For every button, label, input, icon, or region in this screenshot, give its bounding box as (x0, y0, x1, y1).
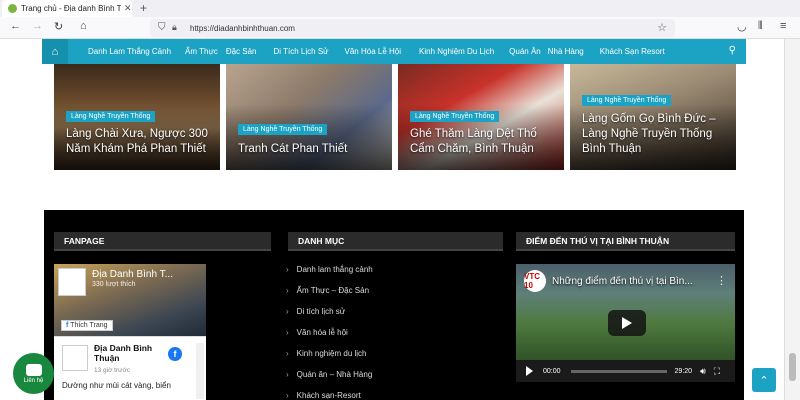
category-link[interactable]: › Quán ăn – Nhà Hàng (286, 370, 372, 379)
url-bar[interactable]: ⛉ 🔒︎ https://diadanhbinhthuan.com ☆ (150, 19, 675, 37)
shield-icon[interactable]: ⛉ (158, 22, 166, 33)
duration: 29:20 (674, 367, 693, 375)
card-tag[interactable]: Làng Nghề Truyền Thống (66, 111, 156, 122)
reload-icon[interactable]: ↻ (54, 20, 63, 33)
menu-icon[interactable]: ≡ (780, 20, 786, 32)
post-text: Dường như mùi cát vàng, biển (62, 381, 171, 390)
browser-toolbar: ← → ↻ ⌂ ⛉ 🔒︎ https://diadanhbinhthuan.co… (0, 17, 800, 39)
progress-track[interactable] (570, 369, 667, 373)
chevron-right-icon: › (286, 265, 289, 274)
current-time: 00:00 (543, 367, 561, 375)
volume-icon[interactable]: 🔊︎ (700, 366, 706, 377)
bookmark-star-icon[interactable]: ☆ (657, 21, 667, 34)
card-tag[interactable]: Làng Nghề Truyền Thống (582, 95, 672, 106)
chevron-up-icon: ⌃ (759, 374, 769, 387)
fullscreen-icon[interactable]: ⛶ (714, 366, 720, 377)
facebook-icon: f (66, 322, 69, 329)
home-icon[interactable]: ⌂ (80, 20, 87, 32)
chat-icon (25, 363, 42, 376)
nav-khach-san[interactable]: Khách Sạn Resort (600, 47, 665, 56)
site-home-icon[interactable]: ⌂ (42, 39, 68, 64)
forward-icon[interactable]: → (32, 20, 43, 32)
contact-chat-button[interactable]: Liên hệ (13, 353, 54, 394)
more-vertical-icon[interactable]: ⋮ (716, 274, 727, 287)
lock-icon[interactable]: 🔒︎ (172, 22, 177, 33)
diemden-heading: ĐIỂM ĐẾN THÚ VỊ TẠI BÌNH THUẬN (516, 232, 735, 251)
nav-di-tich[interactable]: Di Tích Lịch Sử (274, 47, 329, 56)
article-card-2[interactable]: Làng Nghề Truyền Thống Tranh Cát Phan Th… (226, 64, 392, 170)
facebook-likes: 330 lượt thích (92, 281, 136, 288)
nav-kinh-nghiem[interactable]: Kinh Nghiệm Du Lịch (419, 47, 494, 56)
library-icon[interactable]: ⫴ (758, 20, 763, 33)
article-card-1[interactable]: Làng Nghề Truyền Thống Làng Chài Xưa, Ng… (54, 64, 220, 170)
close-tab-icon[interactable]: ✕ (124, 3, 132, 14)
pocket-icon[interactable]: ◡ (737, 20, 747, 33)
card-tag[interactable]: Làng Nghề Truyền Thống (238, 124, 328, 135)
video-title[interactable]: Những điểm đến thú vị tại Bìn... (552, 276, 693, 287)
tab-title: Trang chủ - Địa danh Bình Thuận (21, 4, 121, 13)
back-icon[interactable]: ← (10, 20, 21, 32)
chevron-right-icon: › (286, 391, 289, 400)
post-author[interactable]: Địa Danh Bình Thuận (94, 343, 174, 363)
category-link[interactable]: › Di tích lịch sử (286, 307, 345, 316)
chevron-right-icon: › (286, 286, 289, 295)
channel-logo[interactable]: VTC 10 (524, 270, 546, 292)
category-link[interactable]: › Khách sạn-Resort (286, 391, 361, 400)
card-tag[interactable]: Làng Nghề Truyền Thống (410, 111, 500, 122)
card-title[interactable]: Ghé Thăm Làng Dệt Thổ Cẩm Chăm, Bình Thu… (410, 127, 556, 157)
category-link[interactable]: › Ẩm Thực – Đặc Sản (286, 286, 369, 295)
chat-label: Liên hệ (23, 377, 44, 384)
favicon-icon (8, 4, 17, 13)
article-card-3[interactable]: Làng Nghề Truyền Thống Ghé Thăm Làng Dệt… (398, 64, 564, 170)
play-button[interactable] (608, 310, 646, 336)
browser-tab-bar: Trang chủ - Địa danh Bình Thuận ✕ + (0, 0, 800, 17)
new-tab-icon[interactable]: + (140, 1, 147, 15)
card-title[interactable]: Tranh Cát Phan Thiết (238, 142, 384, 157)
facebook-widget: Địa Danh Bình T... 330 lượt thích f Thíc… (54, 264, 206, 400)
danhmuc-heading: DANH MỤC (288, 232, 503, 251)
nav-am-thuc[interactable]: Ẩm Thực (185, 47, 218, 56)
post-time[interactable]: 13 giờ trước (94, 367, 130, 374)
card-title[interactable]: Làng Chài Xưa, Ngược 300 Năm Khám Phá Ph… (66, 127, 212, 157)
nav-van-hoa[interactable]: Văn Hóa Lễ Hội (345, 47, 401, 56)
nav-nha-hang[interactable]: Nhà Hàng (548, 47, 584, 56)
video-controls: 00:00 29:20 🔊︎ ⛶ (516, 360, 735, 382)
page-logo[interactable] (58, 268, 86, 296)
nav-quan-an[interactable]: Quán Ăn (509, 47, 541, 56)
like-page-button[interactable]: f Thích Trang (61, 320, 113, 331)
play-icon (622, 317, 632, 329)
nav-dac-san[interactable]: Đặc Sản (226, 47, 257, 56)
fanpage-heading: FANPAGE (54, 232, 271, 251)
category-link[interactable]: › Văn hóa lễ hội (286, 328, 348, 337)
chevron-right-icon: › (286, 328, 289, 337)
back-to-top-button[interactable]: ⌃ (752, 368, 776, 392)
category-link[interactable]: › Danh lam thắng cảnh (286, 265, 373, 274)
article-card-4[interactable]: Làng Nghề Truyền Thống Làng Gốm Gọ Bình … (570, 64, 736, 170)
category-link[interactable]: › Kinh nghiệm du lịch (286, 349, 367, 358)
browser-tab[interactable]: Trang chủ - Địa danh Bình Thuận ✕ (2, 0, 132, 17)
chevron-right-icon: › (286, 349, 289, 358)
facebook-page-name[interactable]: Địa Danh Bình T... (92, 269, 173, 280)
card-title[interactable]: Làng Gốm Gọ Bình Đức – Làng Nghề Truyền … (582, 112, 728, 157)
play-icon[interactable] (526, 366, 533, 376)
facebook-post: Địa Danh Bình Thuận 13 giờ trước f Dường… (54, 336, 206, 400)
search-icon[interactable]: ⚲ (729, 45, 736, 56)
page-scrollbar[interactable] (784, 39, 800, 400)
url-text: https://diadanhbinhthuan.com (190, 23, 295, 33)
scrollbar[interactable] (196, 343, 204, 399)
scrollbar-thumb[interactable] (789, 353, 796, 381)
facebook-icon[interactable]: f (168, 347, 182, 361)
nav-danh-lam[interactable]: Danh Lam Thắng Cảnh (88, 47, 171, 56)
site-nav: ⌂ Danh Lam Thắng Cảnh Ẩm Thực Đặc Sản Di… (42, 39, 746, 64)
avatar[interactable] (62, 345, 88, 371)
chevron-right-icon: › (286, 307, 289, 316)
chevron-right-icon: › (286, 370, 289, 379)
